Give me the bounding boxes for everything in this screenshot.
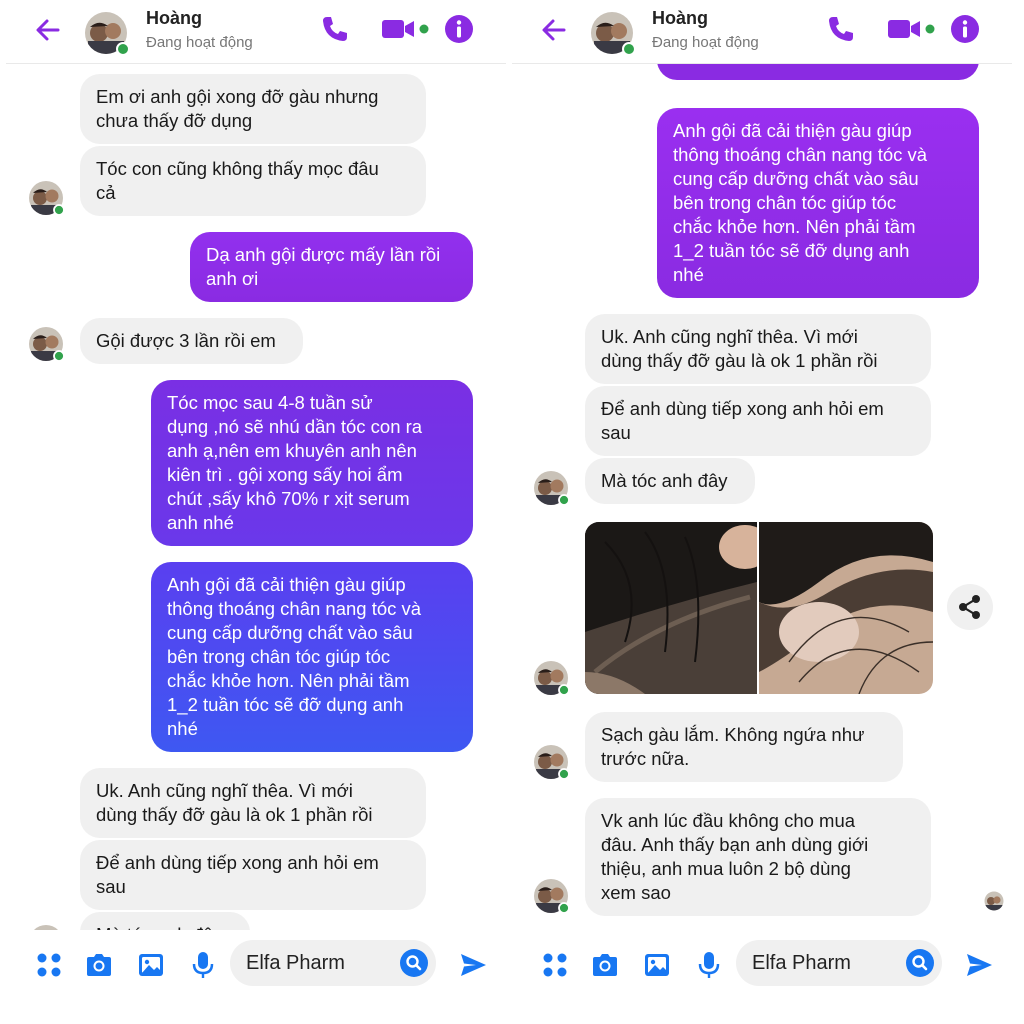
active-status: Đang hoạt động	[652, 34, 759, 51]
search-icon[interactable]	[906, 949, 934, 977]
share-icon[interactable]	[947, 584, 993, 630]
search-icon[interactable]	[400, 949, 428, 977]
sender-avatar	[28, 326, 64, 362]
contact-name[interactable]: Hoàng	[146, 8, 202, 29]
message-list[interactable]: Em ơi anh gội xong đỡ gàu nhưng chưa thấ…	[6, 64, 506, 930]
chat-header: Hoàng Đang hoạt động	[512, 0, 1012, 64]
message-incoming[interactable]: Để anh dùng tiếp xong anh hỏi em sau	[585, 386, 931, 456]
video-camera-icon[interactable]	[886, 16, 936, 42]
message-incoming[interactable]: Sạch gàu lắm. Không ngứa như trước nữa.	[585, 712, 903, 782]
message-composer: Elfa Pharm	[6, 930, 506, 1024]
sender-avatar	[28, 180, 64, 216]
sender-avatar	[533, 878, 569, 914]
apps-grid-icon[interactable]	[540, 950, 570, 980]
sender-avatar	[533, 660, 569, 696]
message-input-text[interactable]: Elfa Pharm	[246, 952, 345, 975]
sender-avatar	[533, 470, 569, 506]
message-input[interactable]: Elfa Pharm	[230, 940, 436, 986]
contact-name[interactable]: Hoàng	[652, 8, 708, 29]
message-incoming[interactable]: Uk. Anh cũng nghĩ thêa. Vì mới dùng thấy…	[585, 314, 931, 384]
sender-avatar	[533, 744, 569, 780]
send-icon[interactable]	[964, 950, 994, 980]
message-incoming[interactable]: Mà tóc anh đây	[80, 912, 250, 930]
message-outgoing[interactable]: Anh gội đã cải thiện gàu giúp thông thoá…	[657, 108, 979, 298]
image-icon[interactable]	[642, 950, 672, 980]
contact-avatar[interactable]	[590, 11, 634, 55]
message-incoming[interactable]: Em ơi anh gội xong đỡ gàu nhưng chưa thấ…	[80, 74, 426, 144]
message-outgoing[interactable]: anh nhé	[657, 64, 979, 80]
image-icon[interactable]	[136, 950, 166, 980]
camera-icon[interactable]	[84, 950, 114, 980]
photo-attachment[interactable]	[585, 522, 757, 694]
message-outgoing[interactable]: Tóc mọc sau 4-8 tuần sử dụng ,nó sẽ nhú …	[151, 380, 473, 546]
phone-icon[interactable]	[826, 14, 856, 44]
message-list[interactable]: anh nhé Anh gội đã cải thiện gàu giúp th…	[512, 64, 1012, 930]
message-input-text[interactable]: Elfa Pharm	[752, 952, 851, 975]
message-incoming[interactable]: Mà tóc anh đây	[585, 458, 755, 504]
message-outgoing[interactable]: Dạ anh gội được mấy lần rồi anh ơi	[190, 232, 473, 302]
info-icon[interactable]	[444, 14, 474, 44]
back-arrow-icon[interactable]	[32, 14, 64, 46]
video-camera-icon[interactable]	[380, 16, 430, 42]
message-composer: Elfa Pharm	[512, 930, 1012, 1024]
active-status: Đang hoạt động	[146, 34, 253, 51]
message-outgoing[interactable]: Anh gội đã cải thiện gàu giúp thông thoá…	[151, 562, 473, 752]
back-arrow-icon[interactable]	[538, 14, 570, 46]
seen-indicator-avatar	[984, 891, 1004, 911]
microphone-icon[interactable]	[188, 950, 218, 980]
info-icon[interactable]	[950, 14, 980, 44]
contact-avatar[interactable]	[84, 11, 128, 55]
message-incoming[interactable]: Vk anh lúc đầu không cho mua đâu. Anh th…	[585, 798, 931, 916]
message-incoming[interactable]: Uk. Anh cũng nghĩ thêa. Vì mới dùng thấy…	[80, 768, 426, 838]
apps-grid-icon[interactable]	[34, 950, 64, 980]
panel-divider	[505, 0, 511, 1024]
message-incoming[interactable]: Tóc con cũng không thấy mọc đâu cả	[80, 146, 426, 216]
chat-screen-left: Hoàng Đang hoạt động Em ơi anh gội xong …	[6, 0, 506, 1024]
send-icon[interactable]	[458, 950, 488, 980]
message-incoming[interactable]: Gội được 3 lần rồi em	[80, 318, 303, 364]
microphone-icon[interactable]	[694, 950, 724, 980]
message-input[interactable]: Elfa Pharm	[736, 940, 942, 986]
message-incoming[interactable]: Để anh dùng tiếp xong anh hỏi em sau	[80, 840, 426, 910]
phone-icon[interactable]	[320, 14, 350, 44]
photo-attachment[interactable]	[759, 522, 933, 694]
camera-icon[interactable]	[590, 950, 620, 980]
chat-screen-right: anh nhé Anh gội đã cải thiện gàu giúp th…	[512, 0, 1012, 1024]
chat-header: Hoàng Đang hoạt động	[6, 0, 506, 64]
